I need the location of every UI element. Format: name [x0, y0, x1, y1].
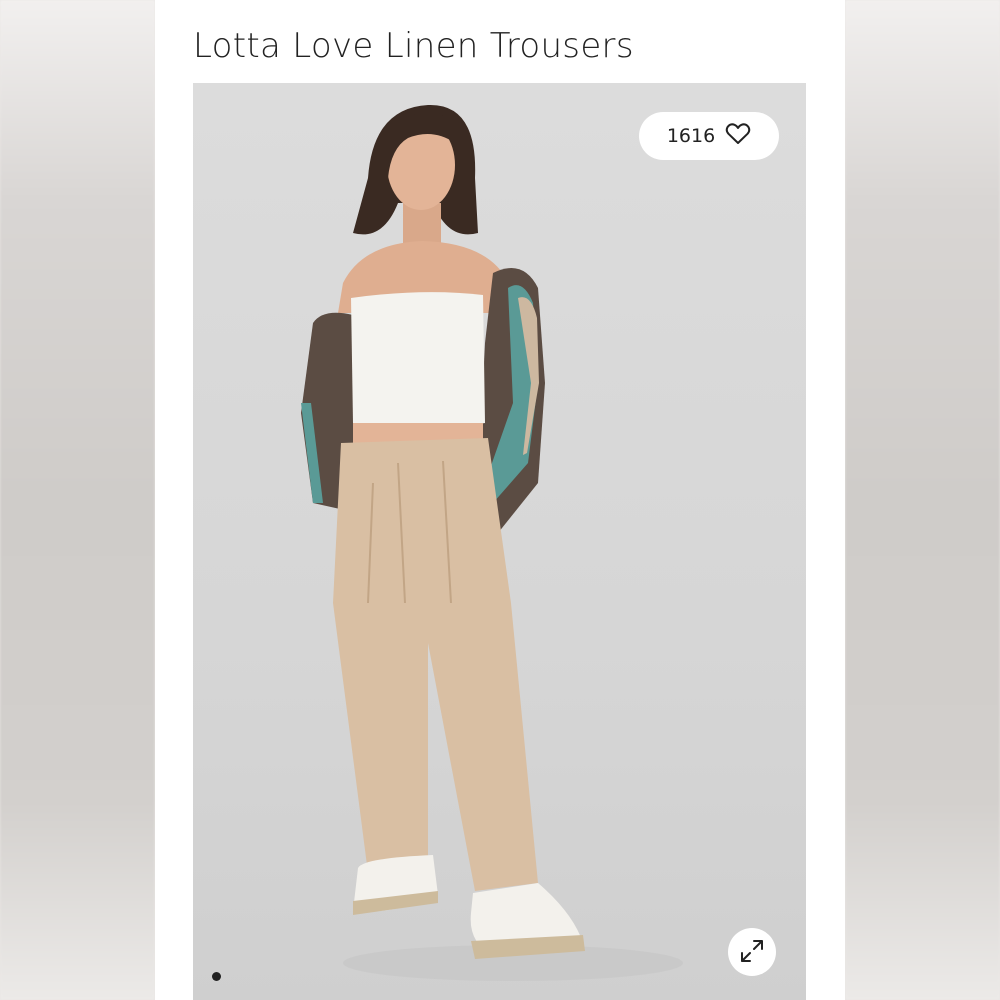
model-illustration: [301, 104, 683, 981]
expand-arrows-icon: [739, 938, 765, 967]
expand-image-button[interactable]: [728, 928, 776, 976]
blurred-background-left: [0, 0, 155, 1000]
like-button[interactable]: 1616: [639, 112, 779, 160]
product-card: Lotta Love Linen Trousers 1616: [155, 0, 845, 1000]
heart-icon: [725, 122, 751, 151]
product-title: Lotta Love Linen Trousers: [193, 26, 634, 66]
like-count: 1616: [666, 125, 716, 147]
gallery-dot-active[interactable]: [212, 972, 221, 981]
blurred-background-right: [845, 0, 1000, 1000]
product-photo[interactable]: 1616: [193, 83, 806, 1000]
